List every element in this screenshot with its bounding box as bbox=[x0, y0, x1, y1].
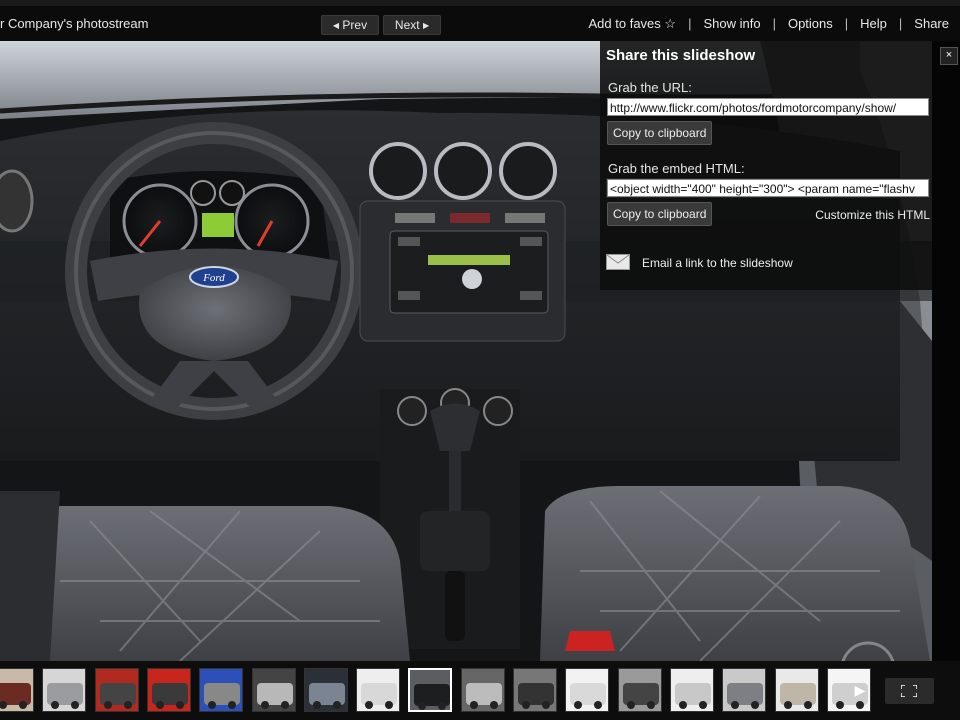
filmstrip-thumbnail[interactable] bbox=[0, 668, 34, 712]
envelope-icon bbox=[606, 254, 630, 270]
fullscreen-button[interactable] bbox=[885, 678, 934, 704]
thumbnail-image bbox=[147, 669, 190, 711]
share-panel-title: Share this slideshow bbox=[606, 47, 756, 64]
separator: | bbox=[688, 16, 692, 31]
add-to-faves-label: Add to faves bbox=[588, 16, 661, 31]
star-icon: ☆ bbox=[664, 16, 677, 31]
filmstrip-thumbnail[interactable] bbox=[356, 668, 401, 712]
filmstrip-thumbnail[interactable] bbox=[303, 668, 348, 712]
thumbnail-image bbox=[775, 669, 818, 711]
filmstrip-thumbnail[interactable] bbox=[460, 668, 505, 712]
prev-label: Prev bbox=[342, 18, 368, 32]
thumbnail-image bbox=[0, 669, 33, 711]
thumbnail-image bbox=[95, 669, 138, 711]
customize-html-link[interactable]: Customize this HTML bbox=[815, 208, 930, 222]
top-links: Add to faves ☆ | Show info | Options | Help | Sh… bbox=[589, 16, 949, 32]
thumbnail-image bbox=[200, 669, 243, 711]
url-field[interactable]: http://www.flickr.com/photos/fordmotorco… bbox=[607, 98, 929, 116]
embed-label: Grab the embed HTML: bbox=[608, 161, 745, 176]
filmstrip-thumbnail[interactable] bbox=[513, 668, 557, 712]
next-button[interactable]: Next ▶ bbox=[383, 15, 441, 35]
thumbnail-image bbox=[670, 669, 713, 711]
show-info-link[interactable]: Show info bbox=[703, 16, 760, 31]
close-icon[interactable]: × bbox=[940, 47, 958, 65]
embed-html-field[interactable]: <object width="400" height="300"> <param… bbox=[606, 178, 930, 198]
share-panel: Share this slideshow Grab the URL: http:… bbox=[600, 41, 932, 290]
next-arrow-icon: ▶ bbox=[422, 21, 430, 30]
prev-button[interactable]: ◀ Prev bbox=[321, 15, 379, 35]
copy-embed-button[interactable]: Copy to clipboard bbox=[607, 202, 713, 226]
filmstrip-thumbnail[interactable] bbox=[42, 668, 87, 712]
chevron-right-icon[interactable]: ▶ bbox=[853, 678, 867, 702]
photostream-link[interactable]: r Company's photostream bbox=[0, 16, 148, 31]
ford-logo: Ford bbox=[202, 272, 225, 284]
filmstrip-thumbnail[interactable] bbox=[199, 668, 244, 712]
filmstrip-thumbnail[interactable] bbox=[146, 668, 191, 712]
fullscreen-icon bbox=[901, 685, 917, 697]
filmstrip-thumbnail-active[interactable] bbox=[408, 668, 453, 712]
thumbnail-image bbox=[410, 670, 451, 710]
separator: | bbox=[898, 16, 903, 31]
next-label: Next bbox=[394, 18, 420, 32]
options-link[interactable]: Options bbox=[788, 16, 833, 31]
top-bar: r Company's photostream ◀ Prev Next ▶ Ad… bbox=[0, 0, 960, 41]
thumbnail-image bbox=[461, 669, 504, 711]
help-link[interactable]: Help bbox=[860, 16, 887, 31]
copy-url-button[interactable]: Copy to clipboard bbox=[607, 121, 713, 145]
thumbnail-image bbox=[723, 669, 766, 711]
filmstrip-thumbnail[interactable] bbox=[774, 668, 819, 712]
thumbnail-image bbox=[566, 669, 609, 711]
thumbnail-image bbox=[43, 669, 86, 711]
url-label: Grab the URL: bbox=[608, 80, 692, 95]
separator: | bbox=[772, 16, 776, 31]
filmstrip-thumbnail[interactable] bbox=[669, 668, 714, 712]
separator: | bbox=[844, 16, 849, 31]
share-link[interactable]: Share bbox=[914, 16, 949, 31]
filmstrip: ▶ bbox=[0, 661, 960, 720]
thumbnail-image bbox=[252, 669, 295, 711]
viewer-edge bbox=[932, 41, 960, 661]
filmstrip-thumbnail[interactable] bbox=[94, 668, 139, 712]
email-link-label: Email a link to the slideshow bbox=[642, 256, 793, 270]
filmstrip-thumbnail[interactable] bbox=[722, 668, 767, 712]
add-to-faves-link[interactable]: Add to faves ☆ bbox=[589, 16, 677, 31]
thumbnail-image bbox=[304, 669, 347, 711]
prev-arrow-icon: ◀ bbox=[332, 21, 340, 30]
filmstrip-thumbnail[interactable] bbox=[565, 668, 610, 712]
filmstrip-thumbnail[interactable] bbox=[251, 668, 296, 712]
thumbnail-image bbox=[357, 669, 400, 711]
thumbnail-image bbox=[514, 669, 556, 711]
thumbnail-image bbox=[618, 669, 661, 711]
filmstrip-thumbnail[interactable] bbox=[617, 668, 662, 712]
